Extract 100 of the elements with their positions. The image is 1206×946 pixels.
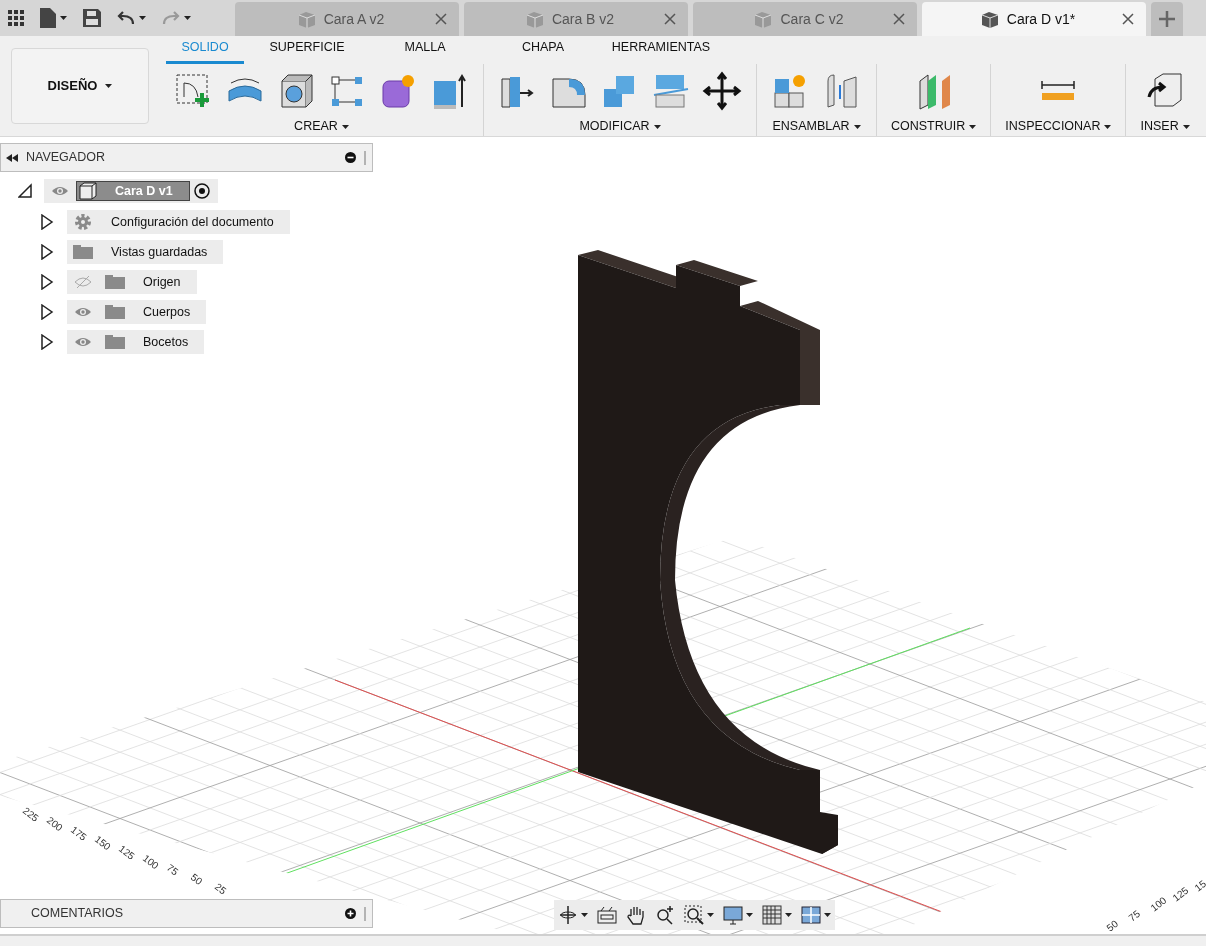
folder-icon [105, 335, 125, 349]
hand-pan-icon[interactable] [626, 905, 646, 925]
tree-item-label: Origen [142, 273, 182, 291]
navigator-title: NAVEGADOR [26, 149, 106, 167]
collapsed-triangle-icon[interactable] [40, 334, 54, 350]
caret-icon [1182, 124, 1190, 129]
close-icon[interactable] [664, 13, 676, 25]
tree-item-label: Configuración del documento [110, 213, 275, 231]
caret-icon [105, 84, 113, 88]
file-icon[interactable] [40, 8, 56, 28]
collapsed-triangle-icon[interactable] [40, 214, 54, 230]
close-icon[interactable] [435, 13, 447, 25]
save-icon[interactable] [83, 9, 101, 27]
tool-group-menu[interactable]: MODIFICAR [579, 117, 661, 136]
caret-icon [707, 913, 714, 917]
caret-icon [653, 124, 661, 129]
caret-icon [341, 124, 349, 129]
collapse-arrows-icon[interactable] [6, 153, 18, 162]
tool-group-menu[interactable]: INSPECCIONAR [1005, 117, 1112, 136]
expanded-triangle-icon[interactable] [18, 183, 32, 199]
tool-group-menu[interactable]: CREAR [294, 117, 349, 136]
tree-item[interactable]: Configuración del documento [67, 210, 290, 234]
resize-handle-icon[interactable] [364, 150, 367, 165]
component-icon [77, 182, 99, 200]
axis-tick-label: 15 [1192, 878, 1206, 894]
axis-tick-label: 100 [1148, 894, 1169, 914]
axis-tick-label: 50 [188, 871, 205, 887]
axis-tick-label: 100 [140, 852, 161, 872]
document-tab[interactable]: Cara D v1* [922, 2, 1146, 36]
eye-icon[interactable] [74, 336, 92, 348]
undo-icon[interactable] [117, 11, 135, 25]
ribbon-tab[interactable]: CHAPA [488, 38, 598, 64]
eye-icon[interactable] [51, 185, 69, 197]
tree-item-label: Cuerpos [142, 303, 192, 321]
axis-tick-label: 75 [164, 861, 181, 878]
caret-icon [824, 913, 831, 917]
minus-circle-icon[interactable] [345, 152, 356, 163]
caret-icon [581, 913, 588, 917]
axis-tick-label: 50 [1104, 918, 1120, 934]
tree-item-label: Vistas guardadas [110, 243, 209, 261]
collapsed-triangle-icon[interactable] [40, 274, 54, 290]
tree-item-label: Bocetos [142, 333, 190, 351]
caret-icon [1104, 124, 1112, 129]
tool-group-menu[interactable]: INSER [1140, 117, 1190, 136]
workspace-button[interactable]: DISEÑO [11, 48, 149, 124]
viewports-icon[interactable] [801, 906, 821, 924]
axis-tick-label: 150 [92, 833, 113, 853]
eye-icon[interactable] [74, 306, 92, 318]
folder-icon [105, 305, 125, 319]
plus-icon [1159, 11, 1175, 27]
close-icon[interactable] [893, 13, 905, 25]
axis-tick-label: 125 [1170, 884, 1191, 904]
folder-icon [73, 245, 93, 259]
axis-tick-label: 125 [116, 842, 137, 862]
cube-icon [980, 10, 999, 28]
close-icon[interactable] [1122, 13, 1134, 25]
axis-tick-label: 25 [212, 880, 229, 897]
orbit-icon[interactable] [558, 905, 578, 925]
part-model[interactable] [578, 250, 838, 854]
plus-circle-icon[interactable] [345, 908, 356, 919]
zoom-window-icon[interactable] [684, 905, 704, 925]
caret-icon [746, 913, 753, 917]
new-tab-button[interactable] [1151, 2, 1183, 36]
collapsed-triangle-icon[interactable] [40, 304, 54, 320]
monitor-icon[interactable] [723, 905, 743, 925]
axis-tick-label: 200 [44, 814, 65, 834]
document-tab[interactable]: Cara A v2 [235, 2, 459, 36]
ribbon-tab[interactable]: MALLA [370, 38, 480, 64]
caret-icon [60, 16, 67, 20]
caret-icon [853, 124, 861, 129]
axis-tick-label: 225 [20, 804, 41, 824]
axis-tick-label: 75 [1126, 908, 1142, 924]
ribbon-tab[interactable]: HERRAMIENTAS [606, 38, 716, 64]
folder-icon [105, 275, 125, 289]
zoom-in-icon[interactable] [655, 905, 675, 925]
tool-group-menu[interactable]: CONSTRUIR [891, 117, 977, 136]
tool-group-menu[interactable]: ENSAMBLAR [772, 117, 861, 136]
comments-title: COMENTARIOS [31, 905, 125, 923]
resize-handle-icon[interactable] [364, 906, 367, 921]
tree-item[interactable]: Bocetos [67, 330, 205, 354]
caret-icon [184, 16, 191, 20]
document-tab[interactable]: Cara B v2 [464, 2, 688, 36]
tree-item[interactable]: Vistas guardadas [67, 240, 224, 264]
cube-icon [754, 10, 773, 28]
tree-item[interactable]: Origen [67, 270, 197, 294]
ribbon-tab[interactable]: SUPERFICIE [252, 38, 362, 64]
caret-icon [969, 124, 977, 129]
move-arrows-icon[interactable] [702, 70, 742, 111]
document-tab[interactable]: Cara C v2 [693, 2, 917, 36]
radio-target-icon[interactable] [193, 183, 210, 199]
camera-frame-icon[interactable] [597, 906, 617, 924]
apps-grid-icon[interactable] [8, 10, 24, 26]
cube-icon [525, 10, 544, 28]
cube-icon [297, 10, 316, 28]
collapsed-triangle-icon[interactable] [40, 244, 54, 260]
grid-icon[interactable] [762, 905, 782, 925]
tree-item[interactable]: Cuerpos [67, 300, 207, 324]
caret-icon [785, 913, 792, 917]
caret-icon [139, 16, 146, 20]
gear-icon [73, 212, 93, 232]
